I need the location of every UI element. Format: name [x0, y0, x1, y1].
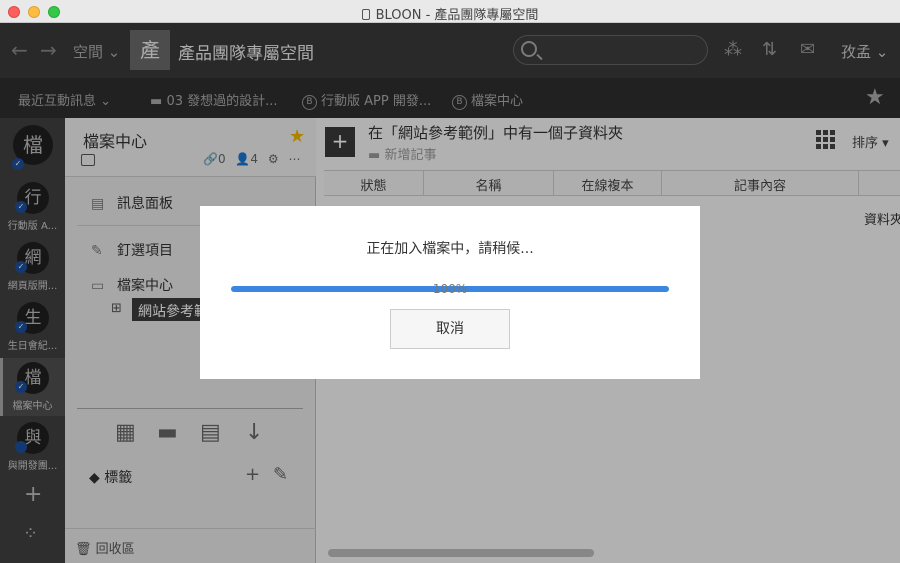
document-icon — [361, 9, 370, 20]
dialog-message: 正在加入檔案中，請稍候... — [366, 241, 534, 257]
progress-text: 100% — [432, 282, 468, 296]
cancel-button[interactable]: 取消 — [390, 309, 510, 349]
window-title: BLOON - 產品團隊專屬空間 — [0, 4, 900, 23]
window-titlebar: BLOON - 產品團隊專屬空間 — [0, 0, 900, 23]
upload-progress-dialog: 正在加入檔案中，請稍候... 100% 取消 — [200, 206, 700, 379]
